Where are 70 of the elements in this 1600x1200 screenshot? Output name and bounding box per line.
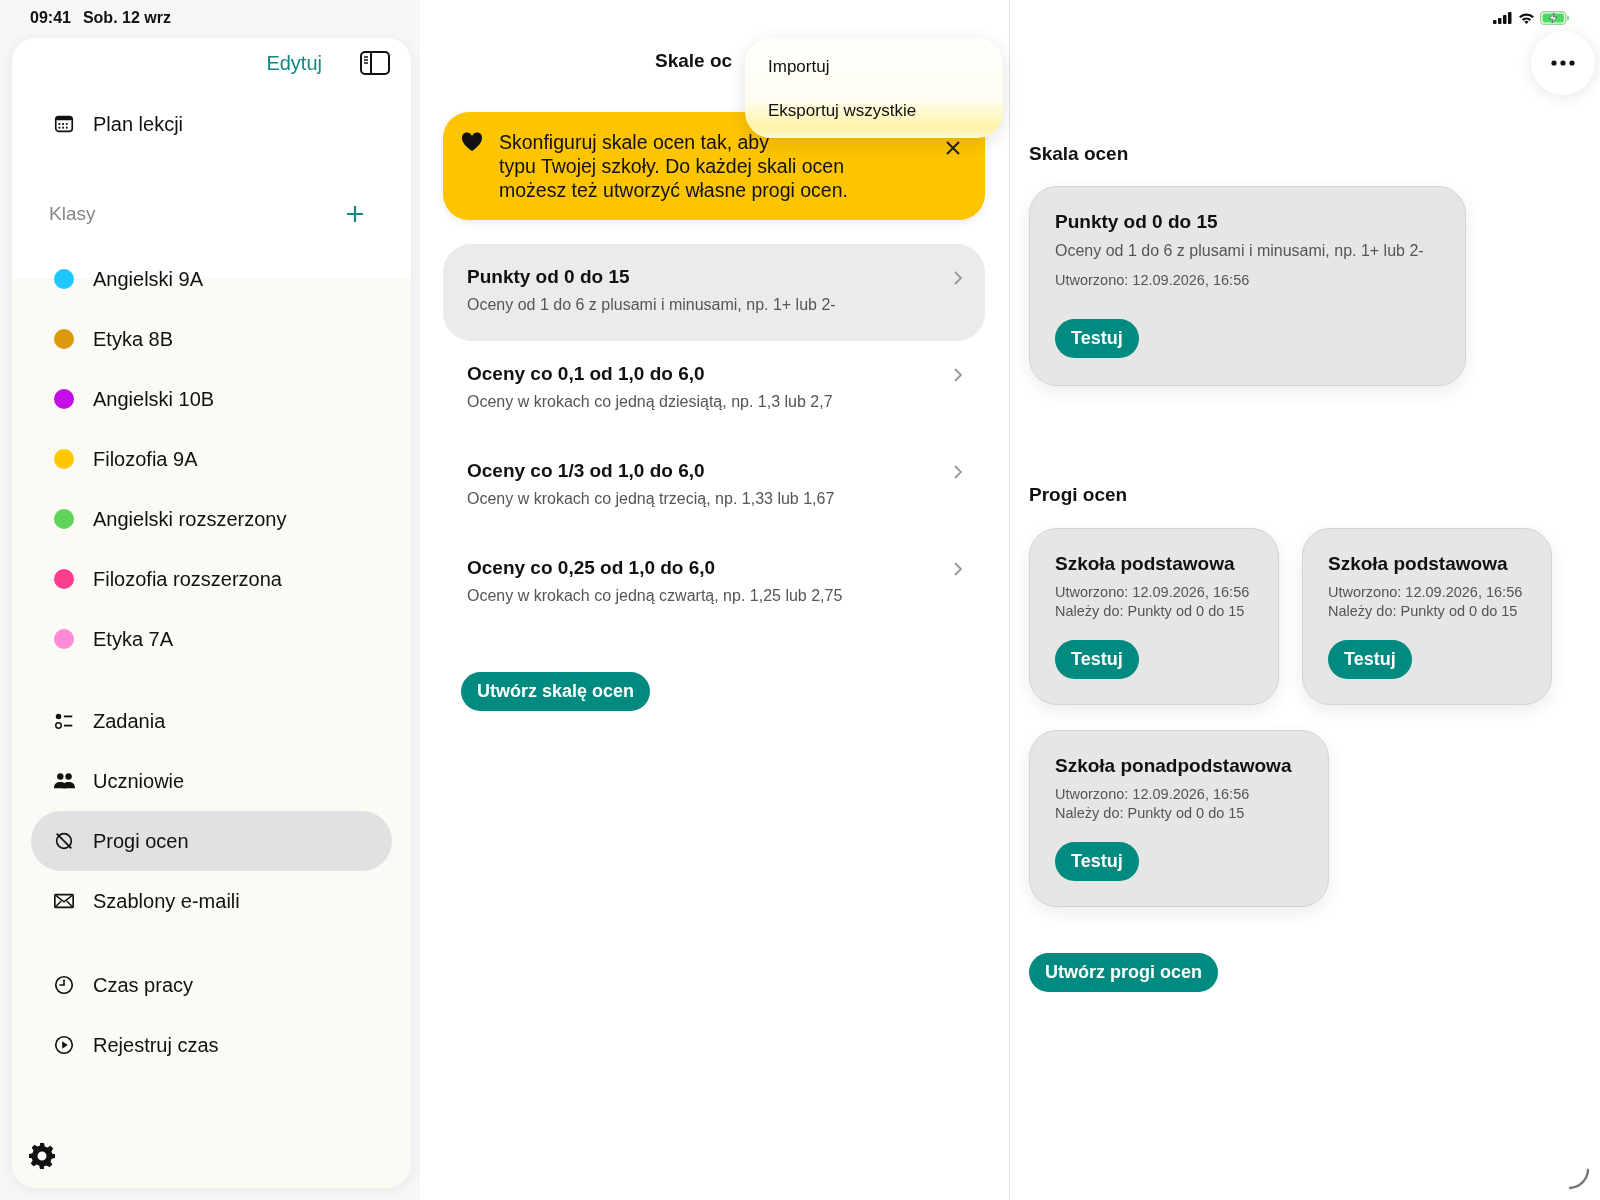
sidebar-item[interactable]: Czas pracy: [31, 955, 392, 1015]
section-title: Skala ocen: [1029, 143, 1130, 165]
parent-scale: Należy do: Punkty od 0 do 15: [1055, 603, 1246, 619]
clock-icon: [53, 974, 75, 996]
created-date: Utworzono: 12.09.2026, 16:56: [1055, 584, 1251, 600]
card-description: Oceny od 1 do 6 z plusami i minusami, np. 1+ lub 2-: [1055, 242, 1425, 260]
test-button[interactable]: Testuj: [1328, 640, 1412, 679]
scale-row[interactable]: Oceny co 1/3 od 1,0 do 6,0 Oceny w krokach co jedną trzecią, np. 1,33 lub 1,67: [443, 438, 985, 535]
calendar-icon: [53, 113, 75, 135]
battery-charging-icon: [1540, 11, 1570, 25]
scale-title: Oceny co 0,1 od 1,0 do 6,0: [467, 363, 706, 385]
wifi-icon: [1518, 12, 1535, 24]
corner-arc-icon: [1568, 1168, 1590, 1190]
edit-button[interactable]: Edytuj: [266, 51, 322, 75]
sidebar-item[interactable]: Zadania: [31, 691, 392, 751]
scale-title: Punkty od 0 do 15: [467, 266, 631, 288]
card-title: Szkoła podstawowa: [1055, 553, 1236, 575]
sidebar-item[interactable]: Plan lekcji: [31, 94, 392, 154]
card-title: Szkoła podstawowa: [1328, 553, 1509, 575]
sidebar-item[interactable]: Szablony e-maili: [31, 871, 392, 931]
create-thresholds-button[interactable]: Utwórz progi ocen: [1029, 953, 1218, 992]
scale-title: Oceny co 1/3 od 1,0 do 6,0: [467, 460, 706, 482]
ellipsis-icon: [1551, 60, 1575, 66]
sidebar-toggle-icon[interactable]: [360, 51, 390, 75]
class-item[interactable]: Etyka 7A: [31, 609, 392, 669]
scale-subtitle: Oceny w krokach co jedną dziesiątą, np. 1,3 lub 2,7: [467, 393, 834, 411]
chevron-right-icon: [953, 270, 963, 286]
chevron-right-icon: [953, 561, 963, 577]
status-time: 09:41: [30, 9, 71, 27]
settings-icon[interactable]: [28, 1142, 56, 1170]
parent-scale: Należy do: Punkty od 0 do 15: [1055, 805, 1246, 821]
chevron-right-icon: [953, 464, 963, 480]
card-title: Punkty od 0 do 15: [1055, 211, 1219, 233]
test-button[interactable]: Testuj: [1055, 640, 1139, 679]
scale-subtitle: Oceny od 1 do 6 z plusami i minusami, np. 1+ lub 2-: [467, 296, 837, 314]
class-item[interactable]: Etyka 8B: [31, 309, 392, 369]
test-button[interactable]: Testuj: [1055, 319, 1139, 358]
test-button[interactable]: Testuj: [1055, 842, 1139, 881]
card-title: Szkoła ponadpodstawowa: [1055, 755, 1293, 777]
scale-subtitle: Oceny w krokach co jedną czwartą, np. 1,25 lub 2,75: [467, 587, 844, 605]
scale-row[interactable]: Oceny co 0,1 od 1,0 do 6,0 Oceny w krokach co jedną dziesiątą, np. 1,3 lub 2,7: [443, 341, 985, 438]
play-circle-icon: [53, 1034, 75, 1056]
sidebar-item[interactable]: Rejestruj czas: [31, 1015, 392, 1075]
plus-icon[interactable]: [346, 205, 364, 223]
created-date: Utworzono: 12.09.2026, 16:56: [1055, 786, 1251, 802]
section-title: Klasy: [49, 203, 96, 225]
scale-title: Oceny co 0,25 od 1,0 do 6,0: [467, 557, 717, 579]
class-item[interactable]: Angielski 9A: [31, 249, 392, 309]
close-icon[interactable]: [945, 140, 961, 156]
class-item[interactable]: Filozofia rozszerzona: [31, 549, 392, 609]
status-date: Sob. 12 wrz: [82, 9, 171, 27]
pane-title: Skale oc: [655, 50, 733, 73]
sidebar-item[interactable]: Progi ocen: [31, 811, 392, 871]
heart-icon: [461, 132, 483, 152]
scale-row[interactable]: Punkty od 0 do 15 Oceny od 1 do 6 z plusami i minusami, np. 1+ lub 2-: [443, 244, 985, 341]
created-date: Utworzono: 12.09.2026, 16:56: [1055, 272, 1251, 288]
menu-item[interactable]: Importuj: [768, 52, 830, 96]
class-item[interactable]: Filozofia 9A: [31, 429, 392, 489]
class-item[interactable]: Angielski rozszerzony: [31, 489, 392, 549]
parent-scale: Należy do: Punkty od 0 do 15: [1328, 603, 1519, 619]
signal-icon: [1493, 12, 1513, 24]
chevron-right-icon: [953, 367, 963, 383]
scale-row[interactable]: Oceny co 0,25 od 1,0 do 6,0 Oceny w krokach co jedną czwartą, np. 1,25 lub 2,75: [443, 535, 985, 632]
create-scale-button[interactable]: Utwórz skalę ocen: [461, 672, 651, 711]
class-item[interactable]: Angielski 10B: [31, 369, 392, 429]
section-title: Progi ocen: [1029, 484, 1129, 506]
slashed-circle-icon: [53, 830, 75, 852]
created-date: Utworzono: 12.09.2026, 16:56: [1328, 584, 1524, 600]
scale-subtitle: Oceny w krokach co jedną trzecią, np. 1,33 lub 1,67: [467, 490, 836, 508]
sidebar-item[interactable]: Uczniowie: [31, 751, 392, 811]
